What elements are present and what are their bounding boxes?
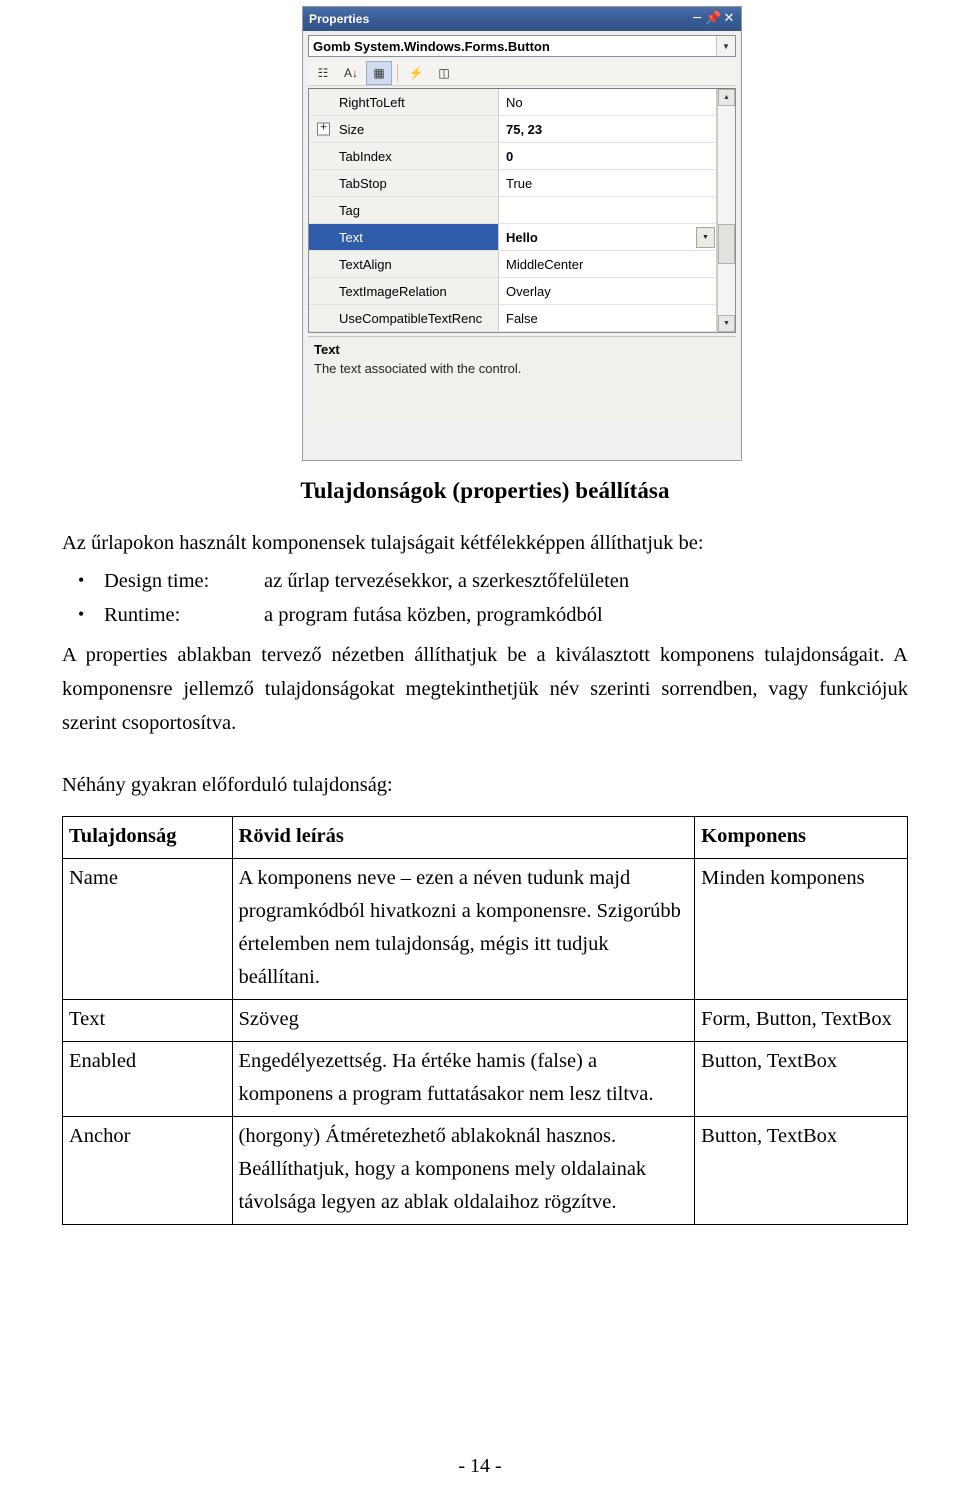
scrollbar-thumb[interactable] xyxy=(718,224,735,264)
column-header-description: Rövid leírás xyxy=(231,816,696,859)
intro-paragraph: Az űrlapokon használt komponensek tulajs… xyxy=(62,532,704,554)
table-row-selected[interactable]: Text Hello ▼ xyxy=(309,224,717,251)
property-pages-icon[interactable]: ◫ xyxy=(431,61,457,85)
paragraph-common-properties: Néhány gyakran előforduló tulajdonság: xyxy=(62,774,393,796)
property-description-title: Text xyxy=(314,342,340,357)
document-body: Tulajdonságok (properties) beállítása Az… xyxy=(0,478,960,1225)
table-row[interactable]: RightToLeft No xyxy=(309,89,717,116)
object-selector-value: Gomb System.Windows.Forms.Button xyxy=(313,38,550,54)
property-grid[interactable]: RightToLeft No + Size 75, 23 TabIndex 0 … xyxy=(308,88,736,333)
window-titlebar: Properties ─ 📌 ✕ xyxy=(303,7,741,31)
properties-window-screenshot: Properties ─ 📌 ✕ Gomb System.Windows.For… xyxy=(302,6,742,461)
cell-description: Szöveg xyxy=(231,999,696,1042)
list-item: Design time: az űrlap tervezésekkor, a s… xyxy=(78,563,908,598)
cell-component: Button, TextBox xyxy=(694,1116,908,1225)
alphabetical-sort-icon[interactable]: A↓ xyxy=(338,61,364,85)
property-value[interactable]: Overlay xyxy=(499,278,717,304)
property-value[interactable]: 75, 23 xyxy=(499,116,717,142)
method-list: Design time: az űrlap tervezésekkor, a s… xyxy=(62,563,908,632)
property-name-label: Size xyxy=(339,121,365,137)
table-row: Text Szöveg Form, Button, TextBox xyxy=(62,999,908,1042)
property-name: TextImageRelation xyxy=(309,278,499,304)
table-row[interactable]: Tag xyxy=(309,197,717,224)
table-row[interactable]: UseCompatibleTextRenc False xyxy=(309,305,717,332)
scroll-down-icon[interactable]: ▼ xyxy=(718,315,735,332)
table-row: Enabled Engedélyezettség. Ha értéke hami… xyxy=(62,1041,908,1117)
page-number: - 14 - xyxy=(458,1455,502,1477)
property-name: UseCompatibleTextRenc xyxy=(309,305,499,331)
properties-icon[interactable]: ▦ xyxy=(366,60,392,85)
cell-property: Enabled xyxy=(62,1041,233,1117)
table-row[interactable]: TextImageRelation Overlay xyxy=(309,278,717,305)
property-value[interactable]: True xyxy=(499,170,717,196)
page-title: Tulajdonságok (properties) beállítása xyxy=(300,478,670,503)
cell-component: Form, Button, TextBox xyxy=(694,999,908,1042)
cell-component: Button, TextBox xyxy=(694,1041,908,1117)
chevron-down-icon[interactable]: ▼ xyxy=(696,226,715,248)
categorized-icon[interactable]: ☷ xyxy=(310,61,336,85)
table-row: Name A komponens neve – ezen a néven tud… xyxy=(62,858,908,1000)
property-value[interactable]: MiddleCenter xyxy=(499,251,717,277)
scroll-up-icon[interactable]: ▲ xyxy=(718,89,735,106)
cell-description: (horgony) Átméretezhető ablakoknál haszn… xyxy=(231,1116,696,1225)
chevron-down-icon[interactable]: ▼ xyxy=(716,36,735,56)
list-item-label: Design time: xyxy=(104,570,210,592)
property-description-body: The text associated with the control. xyxy=(314,361,522,376)
cell-property: Anchor xyxy=(62,1116,233,1225)
list-item-text: az űrlap tervezésekkor, a szerkesztőfelü… xyxy=(264,570,630,592)
property-value[interactable] xyxy=(499,197,717,223)
table-row[interactable]: TabIndex 0 xyxy=(309,143,717,170)
list-item: Runtime: a program futása közben, progra… xyxy=(78,597,908,632)
property-grid-rows: RightToLeft No + Size 75, 23 TabIndex 0 … xyxy=(309,89,717,332)
table-row: Anchor (horgony) Átméretezhető ablakokná… xyxy=(62,1116,908,1225)
paragraph-properties-window: A properties ablakban tervező nézetben á… xyxy=(62,644,908,734)
properties-toolbar: ☷ A↓ ▦ ⚡ ◫ xyxy=(308,60,736,86)
property-value[interactable]: Hello ▼ xyxy=(499,224,717,250)
properties-table: Tulajdonság Rövid leírás Komponens Name … xyxy=(62,816,908,1225)
property-name: TabIndex xyxy=(309,143,499,169)
property-name: + Size xyxy=(309,116,499,142)
cell-property: Name xyxy=(62,858,233,1000)
property-value-label: Hello xyxy=(506,229,538,245)
window-title: Properties xyxy=(309,12,370,26)
table-row[interactable]: + Size 75, 23 xyxy=(309,116,717,143)
column-header-property: Tulajdonság xyxy=(62,816,233,859)
object-selector-combobox[interactable]: Gomb System.Windows.Forms.Button ▼ xyxy=(308,35,736,57)
property-name: Tag xyxy=(309,197,499,223)
cell-property: Text xyxy=(62,999,233,1042)
property-value[interactable]: False xyxy=(499,305,717,331)
scrollbar-track[interactable] xyxy=(718,106,735,315)
list-item-text: a program futása közben, programkódból xyxy=(264,604,603,626)
cell-description: Engedélyezettség. Ha értéke hamis (false… xyxy=(231,1041,696,1117)
property-name: RightToLeft xyxy=(309,89,499,115)
table-row[interactable]: TabStop True xyxy=(309,170,717,197)
property-value[interactable]: 0 xyxy=(499,143,717,169)
minimize-icon[interactable]: ─ xyxy=(689,12,705,26)
close-icon[interactable]: ✕ xyxy=(721,12,737,26)
list-item-label: Runtime: xyxy=(104,604,181,626)
property-value[interactable]: No xyxy=(499,89,717,115)
pin-icon[interactable]: 📌 xyxy=(705,12,721,26)
property-name: TabStop xyxy=(309,170,499,196)
property-name: Text xyxy=(309,224,499,250)
events-icon[interactable]: ⚡ xyxy=(403,61,429,85)
cell-description: A komponens neve – ezen a néven tudunk m… xyxy=(231,858,696,1000)
table-header-row: Tulajdonság Rövid leírás Komponens xyxy=(62,816,908,859)
column-header-component: Komponens xyxy=(694,816,908,859)
property-description-pane: Text The text associated with the contro… xyxy=(308,336,736,424)
toolbar-divider xyxy=(397,63,398,82)
table-row[interactable]: TextAlign MiddleCenter xyxy=(309,251,717,278)
property-name: TextAlign xyxy=(309,251,499,277)
expand-plus-icon[interactable]: + xyxy=(317,122,330,136)
property-grid-scrollbar[interactable]: ▲ ▼ xyxy=(717,89,735,332)
cell-component: Minden komponens xyxy=(694,858,908,1000)
